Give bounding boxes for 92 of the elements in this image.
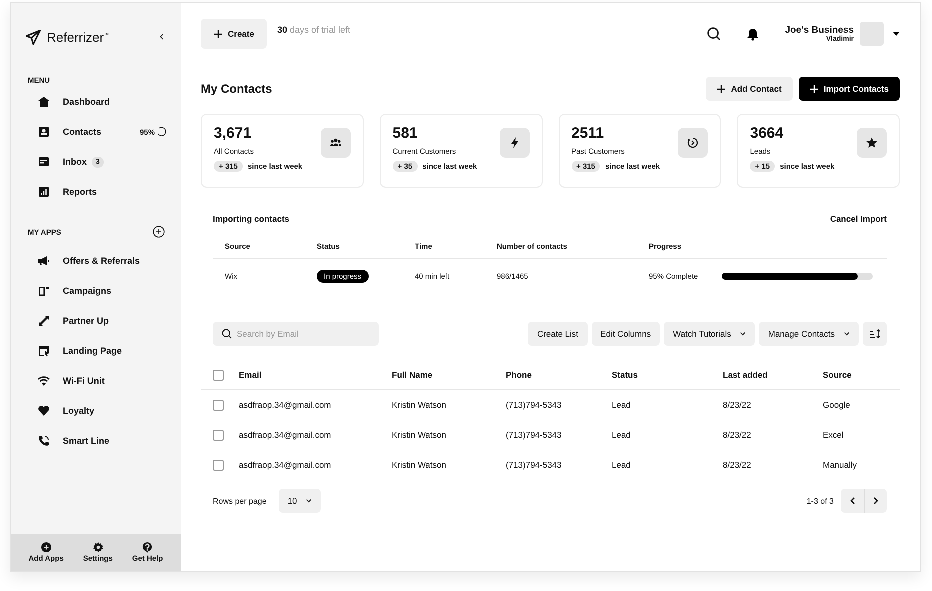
create-button[interactable]: Create: [201, 19, 268, 49]
browser-icon: [38, 345, 50, 357]
home-icon: [38, 96, 50, 108]
plus-circle-icon: [40, 542, 52, 553]
sort-icon: [870, 329, 880, 339]
rows-per-page-label: Rows per page: [213, 496, 267, 506]
inbox-icon: [38, 156, 50, 168]
toolbar-button[interactable]: Edit Columns: [592, 322, 660, 346]
heart-icon: [38, 405, 50, 417]
page-title: My Contacts: [201, 82, 272, 96]
megaphone-icon: [38, 255, 50, 267]
stat-value: 3664: [750, 125, 785, 142]
toolbar-button[interactable]: Manage Contacts: [759, 322, 859, 346]
add-icon[interactable]: [153, 226, 165, 238]
sidebar-item[interactable]: Partner Up: [11, 306, 181, 336]
column-header: Full Name: [392, 370, 434, 380]
sidebar-item[interactable]: Reports: [11, 177, 181, 207]
search-field[interactable]: Search by Email: [213, 322, 379, 346]
paper-plane-icon: [26, 30, 41, 44]
chevron-left-icon: [850, 497, 856, 505]
table-cell-text: asdfraop.34@gmail.com: [239, 460, 332, 470]
checkbox[interactable]: [213, 400, 224, 410]
wifi-icon: [38, 375, 50, 387]
column-header: Source: [823, 370, 853, 380]
lightning-icon: [508, 137, 520, 149]
sidebar-item[interactable]: Wi-Fi Unit: [11, 366, 181, 396]
chevron-right-icon: [873, 497, 879, 505]
table-cell-text: Manually: [823, 460, 858, 470]
chevron-down-icon: [740, 332, 746, 336]
table-cell-text: 8/23/22: [723, 460, 752, 470]
star-icon: [866, 137, 878, 149]
sort-button[interactable]: [863, 322, 887, 346]
table-cell-text: Lead: [612, 460, 632, 470]
phone-icon: [38, 435, 50, 447]
import-button[interactable]: Import Contacts: [798, 77, 900, 101]
sidebar-item[interactable]: Loyalty: [11, 396, 181, 426]
table-cell-text: (713)794-5343: [506, 430, 563, 440]
sidebar-item[interactable]: Smart Line: [11, 426, 181, 456]
sidebar-item[interactable]: Campaigns: [11, 276, 181, 306]
chevron-down-icon: [844, 332, 850, 336]
people-icon: [330, 137, 342, 149]
search-icon[interactable]: [707, 27, 722, 41]
column-header: Email: [239, 370, 263, 380]
column-header: Last added: [723, 370, 769, 380]
chevron-down-icon: [306, 499, 312, 503]
table-cell-text: Google: [823, 400, 852, 410]
spinner-icon: [157, 127, 167, 137]
sidebar-item[interactable]: Dashboard: [11, 87, 181, 117]
table-cell-text: Excel: [823, 430, 845, 440]
sidebar-item[interactable]: Offers & Referrals: [11, 246, 181, 276]
plus-icon: [810, 84, 819, 94]
trial-notice: 30 days of trial left: [277, 25, 351, 35]
help-icon: [142, 542, 154, 553]
gear-icon: [92, 542, 104, 553]
caret-icon[interactable]: [893, 32, 900, 36]
table-cell-text: asdfraop.34@gmail.com: [239, 400, 332, 410]
column-header: Status: [612, 370, 639, 380]
toolbar-button[interactable]: Watch Tutorials: [664, 322, 756, 346]
plus-icon: [214, 30, 223, 38]
chart-icon: [38, 186, 50, 198]
toolbar-button[interactable]: Create List: [528, 322, 588, 346]
table-cell-text: Kristin Watson: [392, 460, 448, 470]
stat-value: 3,671: [214, 125, 253, 142]
page-range: 1-3 of 3: [806, 496, 834, 506]
table-cell-text: Kristin Watson: [392, 400, 448, 410]
plus-icon: [717, 84, 726, 94]
section-title: Importing contacts: [213, 214, 290, 224]
cancel-import-link[interactable]: Cancel Import: [830, 214, 887, 224]
table-cell-text: Lead: [612, 400, 632, 410]
column-header: Phone: [506, 370, 533, 380]
table-cell-text: 8/23/22: [723, 400, 752, 410]
timer-icon: [687, 137, 700, 149]
table-cell-text: asdfraop.34@gmail.com: [239, 430, 332, 440]
business-name: Joe's Business: [785, 25, 854, 36]
add-button[interactable]: Add Contact: [706, 77, 793, 101]
checkbox[interactable]: [213, 370, 224, 380]
sidebar-item[interactable]: Landing Page: [11, 336, 181, 366]
device-icon: [38, 285, 50, 297]
stat-value: 581: [392, 125, 419, 142]
stat-value: 2511: [572, 125, 606, 142]
table-cell-text: Lead: [612, 430, 632, 440]
arrows-icon: [38, 315, 50, 327]
table-cell-text: (713)794-5343: [506, 400, 563, 410]
brand-name: Referrizer$^{™}$: [47, 30, 110, 44]
contact-card-icon: [38, 126, 50, 138]
table-cell-text: Kristin Watson: [392, 430, 448, 440]
table-cell-text: 8/23/22: [723, 430, 752, 440]
rows-per-page-select[interactable]: 10: [278, 489, 322, 513]
checkbox[interactable]: [213, 430, 224, 440]
table-cell-text: (713)794-5343: [506, 460, 563, 470]
checkbox[interactable]: [213, 460, 224, 470]
bell-icon[interactable]: [747, 28, 760, 40]
